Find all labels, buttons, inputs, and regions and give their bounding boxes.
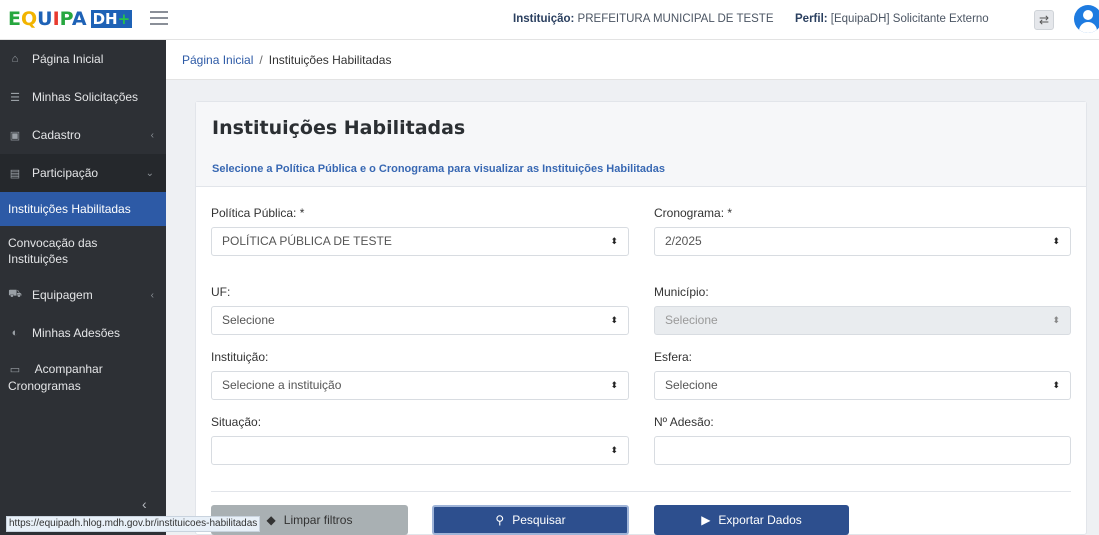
situacao-label: Situação: bbox=[211, 415, 262, 429]
sidebar: ⌂ Página Inicial ☰ Minhas Solicitações ▣… bbox=[0, 40, 166, 535]
instituicao-select[interactable]: Selecione a instituição ⬍ bbox=[211, 371, 629, 400]
chevron-down-icon: ⌄ bbox=[145, 167, 154, 179]
sidebar-item-minhas-adesoes[interactable]: ◐ Minhas Adesões bbox=[0, 314, 166, 352]
politica-select[interactable]: POLÍTICA PÚBLICA DE TESTE ⬍ bbox=[211, 227, 629, 256]
sidebar-item-equipagem[interactable]: ⛟ Equipagem ‹ bbox=[0, 276, 166, 314]
profile-info: Perfil: [EquipaDH] Solicitante Externo bbox=[795, 13, 989, 25]
calendar-icon: ▭ bbox=[9, 364, 21, 376]
swap-profile-icon[interactable]: ⇄ bbox=[1034, 10, 1054, 30]
sidebar-item-participacao[interactable]: ▤ Participação ⌄ bbox=[0, 154, 166, 192]
vcard-icon: ▤ bbox=[9, 167, 21, 180]
select-arrows-icon: ⬍ bbox=[610, 445, 618, 455]
select-arrows-icon: ⬍ bbox=[610, 236, 618, 246]
sidebar-item-acompanhar-cronogramas[interactable]: ▭ Acompanhar Cronogramas bbox=[0, 352, 166, 403]
shield-icon: ◐ bbox=[11, 327, 19, 339]
list-icon: ☰ bbox=[10, 91, 20, 104]
uf-select[interactable]: Selecione ⬍ bbox=[211, 306, 629, 335]
export-data-button[interactable]: ▶ Exportar Dados bbox=[654, 505, 849, 535]
institution-value: PREFEITURA MUNICIPAL DE TESTE bbox=[577, 13, 774, 25]
menu-toggle-icon[interactable] bbox=[150, 11, 168, 25]
adesao-label: Nº Adesão: bbox=[654, 415, 714, 429]
card-header: Instituições Habilitadas Selecione a Pol… bbox=[196, 102, 1086, 187]
sidebar-item-pagina-inicial[interactable]: ⌂ Página Inicial bbox=[0, 40, 166, 78]
select-arrows-icon: ⬍ bbox=[610, 315, 618, 325]
instituicao-label: Instituição: bbox=[211, 350, 269, 364]
export-file-icon: ▶ bbox=[701, 513, 711, 527]
institution-label: Instituição: bbox=[513, 13, 575, 25]
esfera-select[interactable]: Selecione ⬍ bbox=[654, 371, 1071, 400]
home-icon: ⌂ bbox=[11, 53, 19, 65]
esfera-label: Esfera: bbox=[654, 350, 693, 364]
select-arrows-icon: ⬍ bbox=[1052, 236, 1060, 246]
breadcrumb: Página Inicial / Instituições Habilitadas bbox=[166, 40, 1099, 80]
sidebar-item-cadastro[interactable]: ▣ Cadastro ‹ bbox=[0, 116, 166, 154]
sidebar-item-minhas-solicitacoes[interactable]: ☰ Minhas Solicitações bbox=[0, 78, 166, 116]
municipio-label: Município: bbox=[654, 285, 709, 299]
id-card-icon: ▣ bbox=[9, 129, 21, 142]
page-subtitle: Selecione a Política Pública e o Cronogr… bbox=[212, 163, 665, 175]
form-divider bbox=[211, 491, 1071, 492]
breadcrumb-home-link[interactable]: Página Inicial bbox=[182, 53, 253, 67]
politica-label: Política Pública: * bbox=[211, 206, 305, 220]
profile-label: Perfil: bbox=[795, 13, 828, 25]
profile-value: [EquipaDH] Solicitante Externo bbox=[830, 13, 989, 25]
cronograma-label: Cronograma: * bbox=[654, 206, 733, 220]
browser-status-url: https://equipadh.hlog.mdh.gov.br/institu… bbox=[6, 516, 261, 532]
top-navbar: EQUIPA DH + Instituição: PREFEITURA MUNIC… bbox=[0, 0, 1099, 40]
adesao-input[interactable] bbox=[654, 436, 1071, 465]
situacao-select[interactable]: ⬍ bbox=[211, 436, 629, 465]
user-avatar[interactable] bbox=[1074, 5, 1099, 33]
sidebar-item-convocacao[interactable]: Convocação das Instituições bbox=[0, 226, 166, 276]
chevron-left-icon: ‹ bbox=[150, 289, 154, 301]
logo-dh-badge: DH + bbox=[90, 10, 133, 28]
eraser-icon: ◆ bbox=[266, 513, 276, 527]
uf-label: UF: bbox=[211, 285, 231, 299]
select-arrows-icon: ⬍ bbox=[1052, 315, 1060, 325]
municipio-select[interactable]: Selecione ⬍ bbox=[654, 306, 1071, 335]
page-title: Instituições Habilitadas bbox=[212, 117, 466, 139]
equipadh-logo[interactable]: EQUIPA DH + bbox=[8, 8, 133, 30]
search-icon: ⚲ bbox=[495, 513, 505, 527]
search-button[interactable]: ⚲ Pesquisar bbox=[432, 505, 629, 535]
sidebar-collapse-icon[interactable]: ‹ bbox=[142, 496, 147, 512]
cronograma-select[interactable]: 2/2025 ⬍ bbox=[654, 227, 1071, 256]
chevron-left-icon: ‹ bbox=[150, 129, 154, 141]
institution-info: Instituição: PREFEITURA MUNICIPAL DE TES… bbox=[513, 13, 774, 25]
select-arrows-icon: ⬍ bbox=[610, 380, 618, 390]
truck-icon: ⛟ bbox=[8, 288, 22, 300]
breadcrumb-current: Instituições Habilitadas bbox=[268, 53, 392, 67]
logo-equipa-text: EQUIPA bbox=[8, 8, 87, 30]
sidebar-item-instituicoes-habilitadas[interactable]: Instituições Habilitadas bbox=[0, 192, 166, 226]
select-arrows-icon: ⬍ bbox=[1052, 380, 1060, 390]
